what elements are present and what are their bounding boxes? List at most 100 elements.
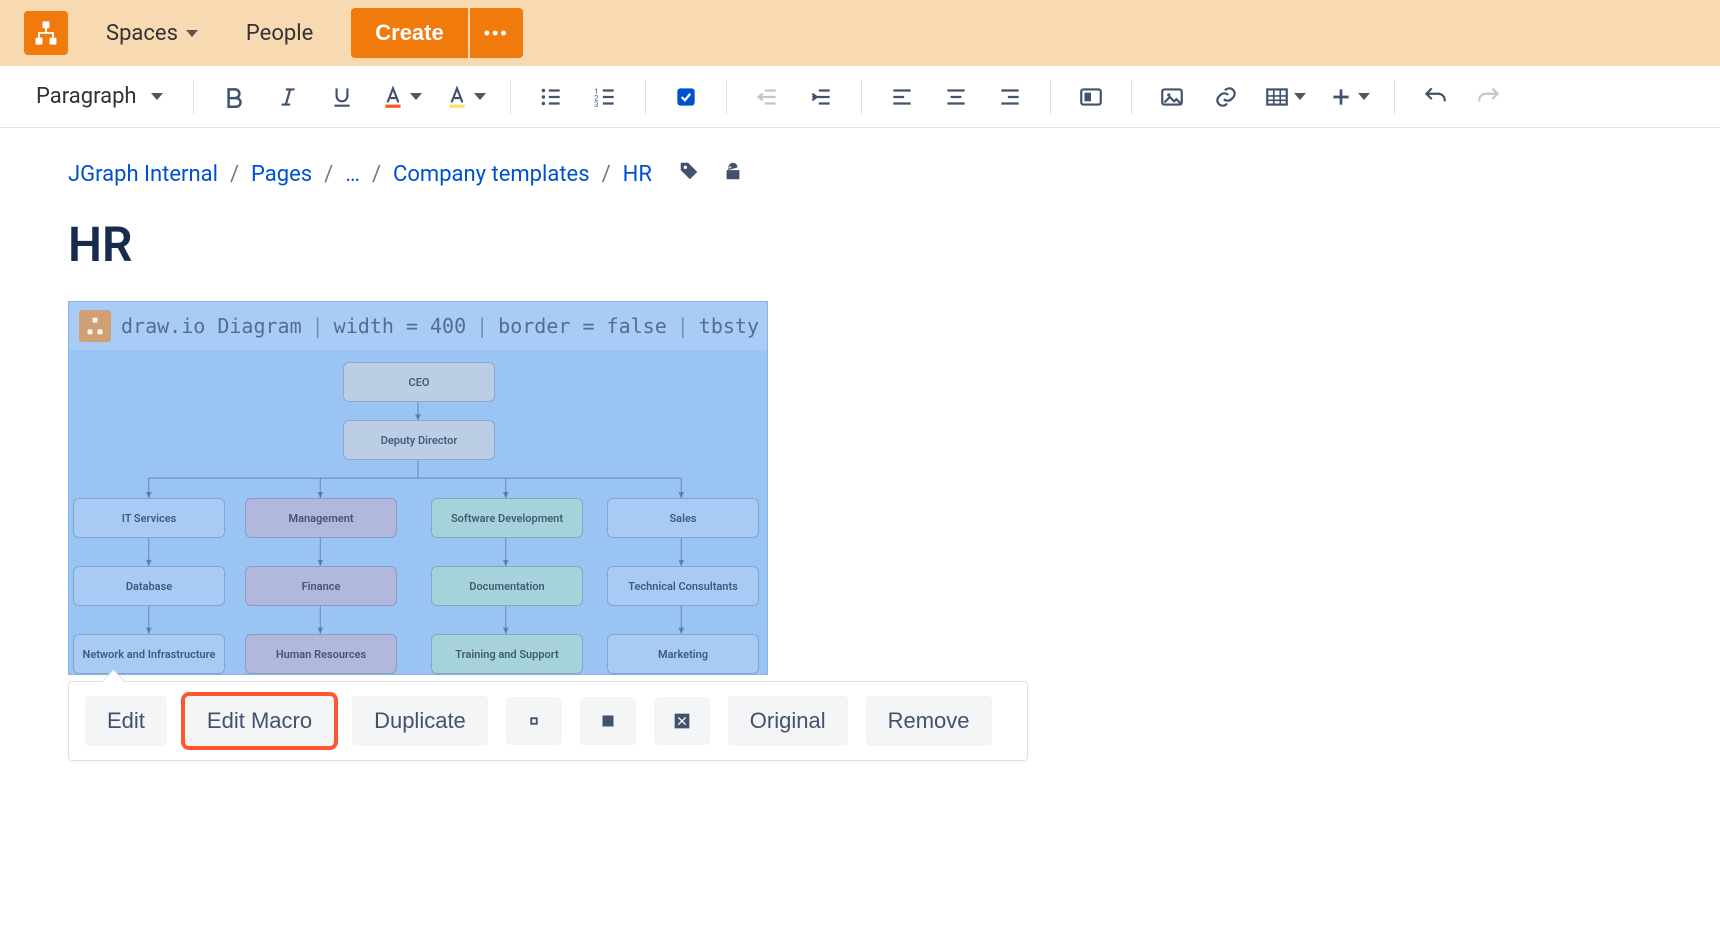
edit-macro-button[interactable]: Edit Macro xyxy=(185,696,334,746)
breadcrumb-link[interactable]: Company templates xyxy=(393,162,590,187)
org-node: CEO xyxy=(343,362,495,402)
macro-param: width = 400 xyxy=(334,314,466,338)
breadcrumb: JGraph Internal / Pages / … / Company te… xyxy=(68,160,1652,188)
insert-button[interactable] xyxy=(1322,75,1376,119)
chevron-down-icon xyxy=(151,93,163,100)
highlight-color-button[interactable] xyxy=(438,75,492,119)
duplicate-button[interactable]: Duplicate xyxy=(352,696,488,746)
align-left-icon xyxy=(889,84,915,110)
action-item-button[interactable] xyxy=(664,75,708,119)
remove-button[interactable]: Remove xyxy=(866,696,992,746)
org-node: Human Resources xyxy=(245,634,397,674)
org-node: Sales xyxy=(607,498,759,538)
nav-spaces[interactable]: Spaces xyxy=(96,15,208,52)
redo-button[interactable] xyxy=(1467,75,1511,119)
table-button[interactable] xyxy=(1258,75,1312,119)
undo-icon xyxy=(1422,84,1448,110)
macro-param: border = false xyxy=(498,314,667,338)
text-color-icon xyxy=(380,84,406,110)
macro-action-bar: Edit Edit Macro Duplicate Original Remov… xyxy=(68,681,1028,761)
align-left-button[interactable] xyxy=(880,75,924,119)
align-center-icon xyxy=(943,84,969,110)
breadcrumb-link[interactable]: HR xyxy=(623,162,652,187)
toolbar-separator xyxy=(1131,80,1132,114)
size-small-icon xyxy=(523,710,545,732)
macro-param-sep: | xyxy=(677,314,689,338)
create-button[interactable]: Create xyxy=(351,8,467,58)
org-node: Management xyxy=(245,498,397,538)
breadcrumb-link[interactable]: … xyxy=(345,162,360,187)
indent-icon xyxy=(808,84,834,110)
restrictions-icon[interactable] xyxy=(722,160,744,188)
breadcrumb-link[interactable]: JGraph Internal xyxy=(68,162,218,187)
create-more-button[interactable]: ••• xyxy=(470,8,523,58)
size-medium-button[interactable] xyxy=(580,697,636,745)
edit-button[interactable]: Edit xyxy=(85,696,167,746)
size-medium-icon xyxy=(597,710,619,732)
page-content: JGraph Internal / Pages / … / Company te… xyxy=(0,128,1720,793)
org-node: Training and Support xyxy=(431,634,583,674)
nav-people-label: People xyxy=(246,21,313,46)
bullet-list-button[interactable] xyxy=(529,75,573,119)
breadcrumb-separator: / xyxy=(372,162,381,187)
toolbar-separator xyxy=(645,80,646,114)
layout-button[interactable] xyxy=(1069,75,1113,119)
highlight-icon xyxy=(444,84,470,110)
breadcrumb-separator: / xyxy=(230,162,239,187)
size-full-button[interactable] xyxy=(654,697,710,745)
align-center-button[interactable] xyxy=(934,75,978,119)
text-color-button[interactable] xyxy=(374,75,428,119)
org-node: Network and Infrastructure xyxy=(73,634,225,674)
numbered-list-icon: 123 xyxy=(592,84,618,110)
outdent-icon xyxy=(754,84,780,110)
org-node: Deputy Director xyxy=(343,420,495,460)
image-button[interactable] xyxy=(1150,75,1194,119)
org-chart-diagram: CEO Deputy Director IT Services Manageme… xyxy=(69,350,767,674)
macro-param: tbsty xyxy=(699,314,759,338)
toolbar-separator xyxy=(193,80,194,114)
underline-icon xyxy=(329,84,355,110)
org-node: Documentation xyxy=(431,566,583,606)
breadcrumb-separator: / xyxy=(602,162,611,187)
toolbar-separator xyxy=(861,80,862,114)
macro-name: draw.io Diagram xyxy=(121,314,302,338)
size-small-button[interactable] xyxy=(506,697,562,745)
chevron-down-icon xyxy=(410,93,422,100)
underline-button[interactable] xyxy=(320,75,364,119)
checkbox-icon xyxy=(673,84,699,110)
numbered-list-button[interactable]: 123 xyxy=(583,75,627,119)
link-icon xyxy=(1213,84,1239,110)
drawio-macro[interactable]: draw.io Diagram | width = 400 | border =… xyxy=(68,301,768,675)
label-icon[interactable] xyxy=(678,160,700,188)
bold-button[interactable] xyxy=(212,75,256,119)
org-node: IT Services xyxy=(73,498,225,538)
paragraph-style-select[interactable]: Paragraph xyxy=(24,78,175,115)
create-button-group: Create ••• xyxy=(351,8,522,58)
align-right-button[interactable] xyxy=(988,75,1032,119)
editor-toolbar: Paragraph 123 xyxy=(0,66,1720,128)
indent-button[interactable] xyxy=(799,75,843,119)
bullet-list-icon xyxy=(538,84,564,110)
app-logo[interactable] xyxy=(24,11,68,55)
org-node: Marketing xyxy=(607,634,759,674)
chevron-down-icon xyxy=(474,93,486,100)
svg-text:3: 3 xyxy=(594,99,598,108)
link-button[interactable] xyxy=(1204,75,1248,119)
page-title[interactable]: HR xyxy=(68,216,1652,273)
org-node: Finance xyxy=(245,566,397,606)
outdent-button[interactable] xyxy=(745,75,789,119)
drawio-macro-icon xyxy=(79,310,111,342)
original-size-button[interactable]: Original xyxy=(728,696,848,746)
undo-button[interactable] xyxy=(1413,75,1457,119)
redo-icon xyxy=(1476,84,1502,110)
expand-icon xyxy=(671,710,693,732)
nav-people[interactable]: People xyxy=(236,15,323,52)
toolbar-separator xyxy=(1050,80,1051,114)
chevron-down-icon xyxy=(186,30,198,37)
italic-button[interactable] xyxy=(266,75,310,119)
chevron-down-icon xyxy=(1294,93,1306,100)
breadcrumb-link[interactable]: Pages xyxy=(251,162,312,187)
org-node: Software Development xyxy=(431,498,583,538)
table-icon xyxy=(1264,84,1290,110)
top-nav: Spaces People Create ••• xyxy=(0,0,1720,66)
